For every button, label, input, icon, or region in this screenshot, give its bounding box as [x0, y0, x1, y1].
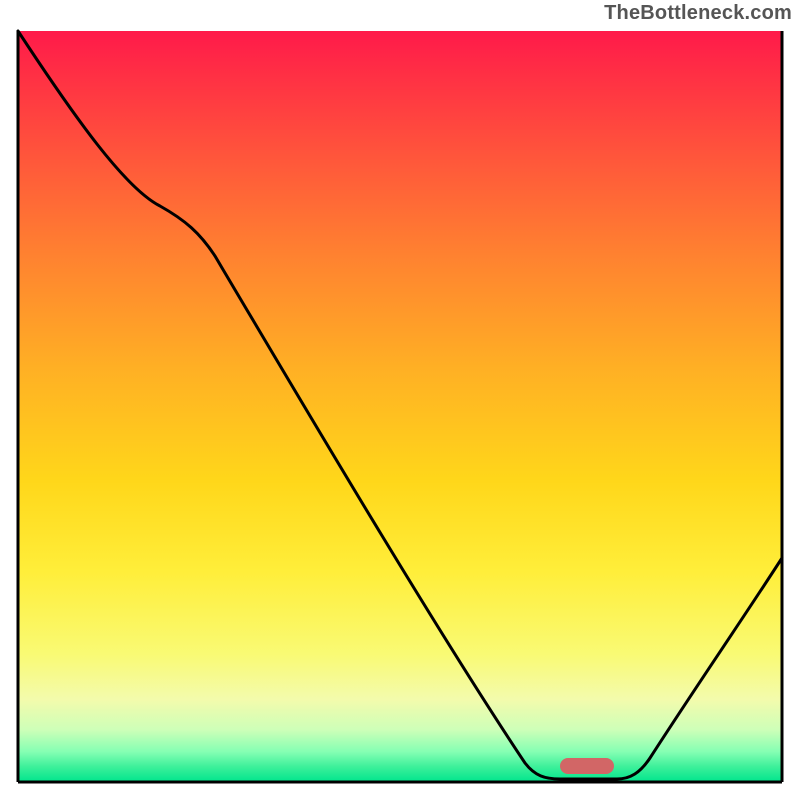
chart-root: TheBottleneck.com	[0, 0, 800, 800]
watermark-text: TheBottleneck.com	[604, 2, 792, 25]
gradient-background	[18, 31, 782, 782]
optimal-marker	[560, 758, 614, 774]
plot-area	[15, 28, 785, 785]
